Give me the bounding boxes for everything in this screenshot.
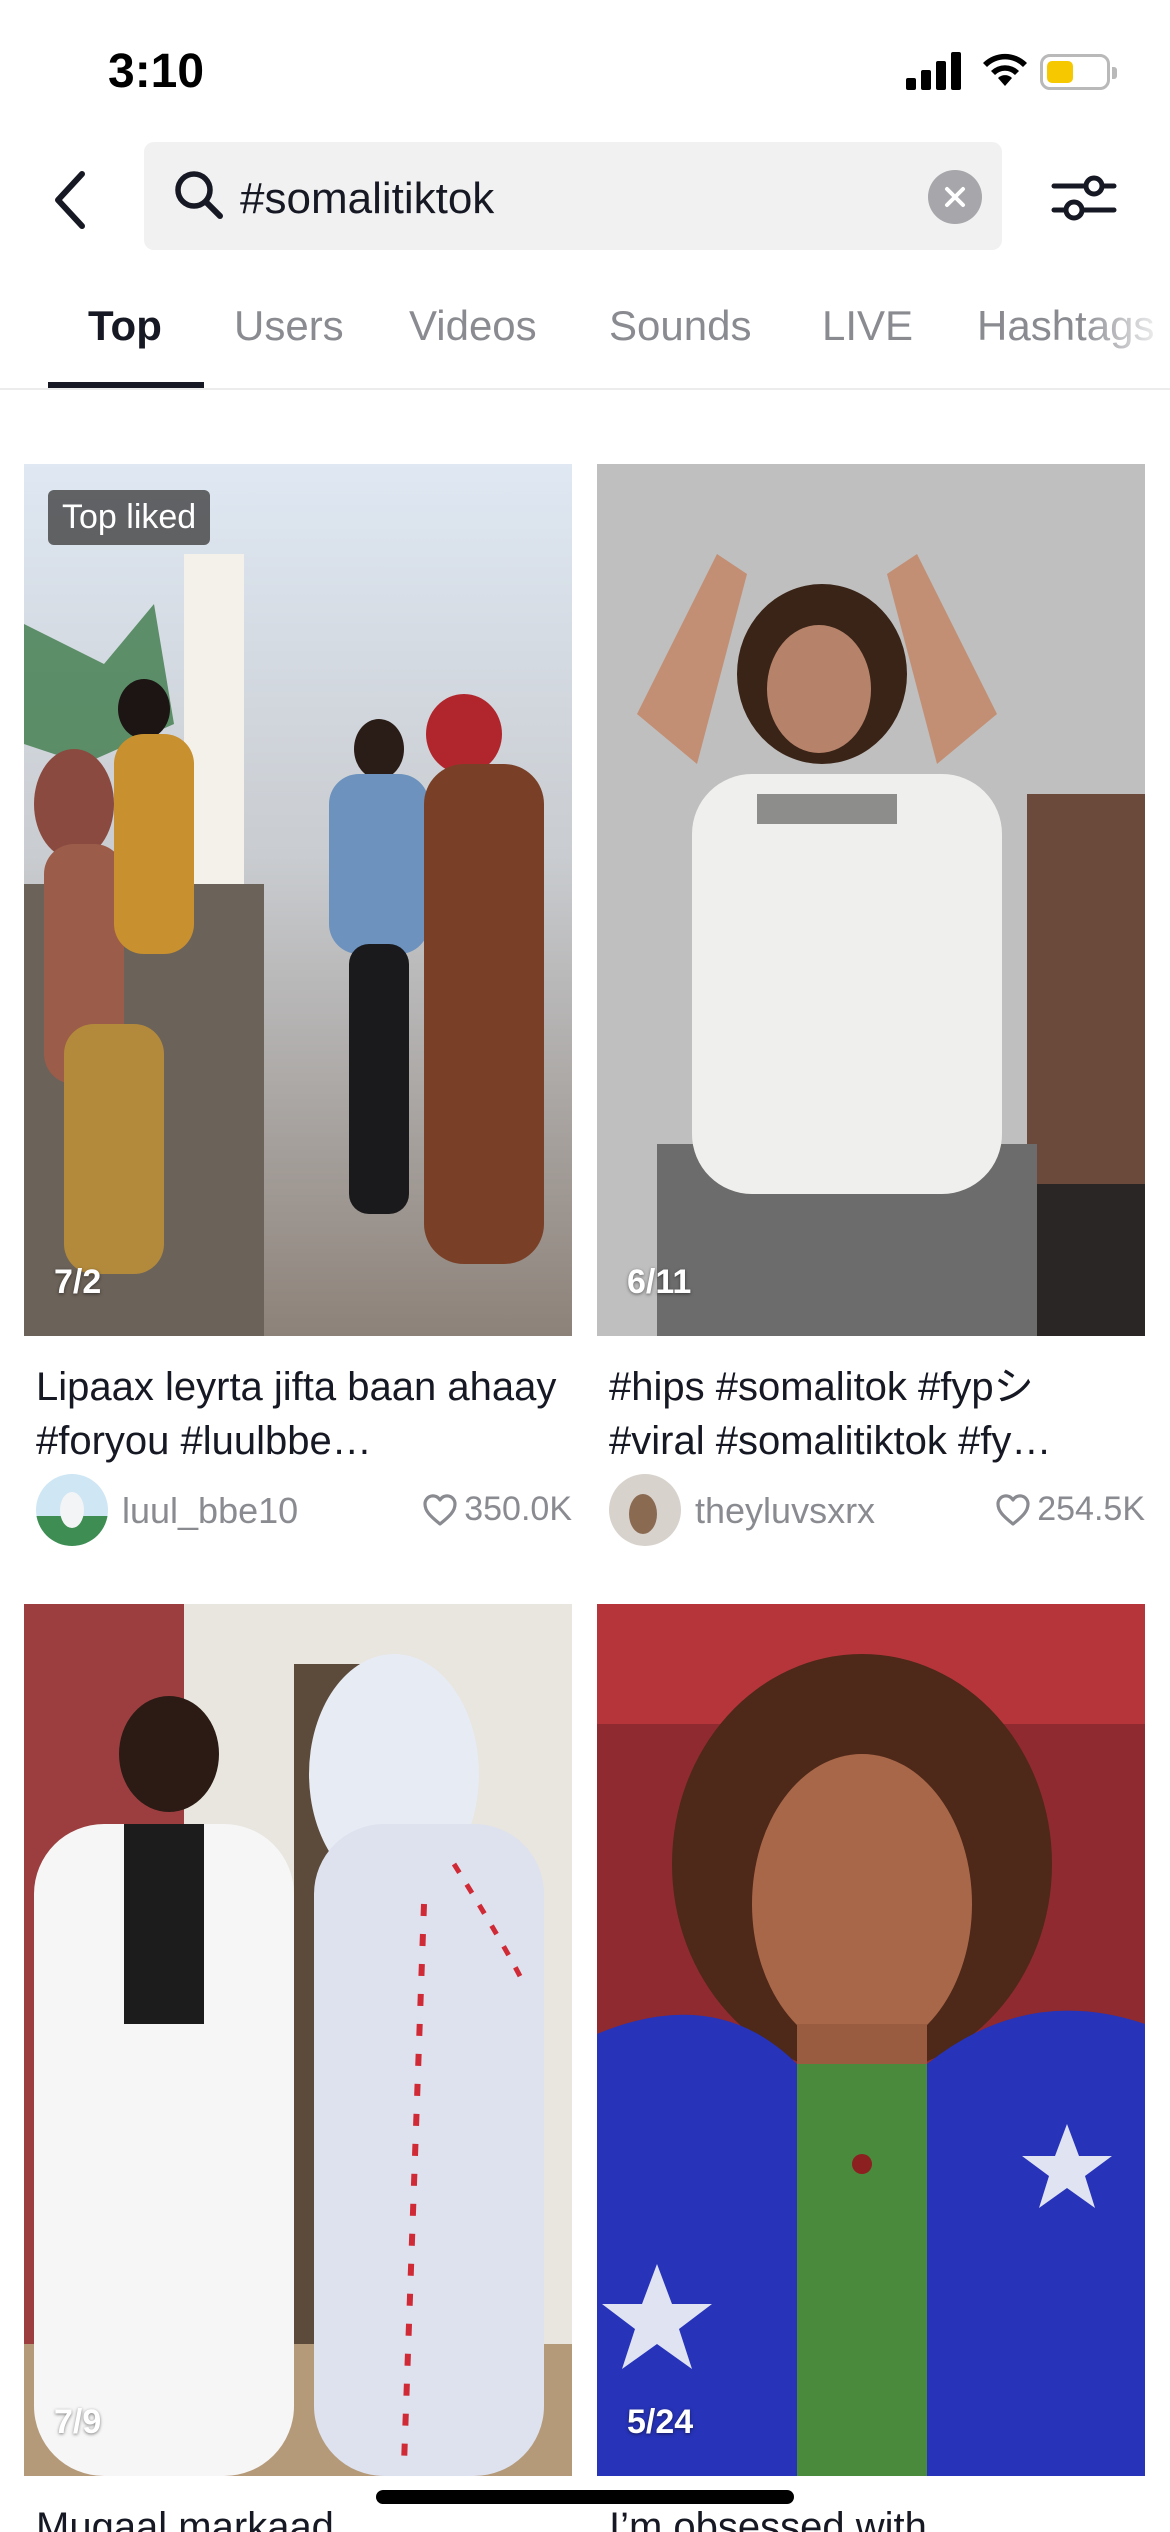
tab-live[interactable]: LIVE (822, 302, 913, 350)
status-time: 3:10 (108, 45, 205, 98)
video-thumbnail-image (24, 464, 572, 1336)
video-date: 7/2 (54, 1263, 102, 1301)
tab-top[interactable]: Top (88, 302, 162, 350)
top-liked-badge: Top liked (48, 490, 211, 545)
video-caption[interactable]: #hips #somalitok #fypシ #viral #somalitik… (609, 1360, 1139, 1468)
video-thumbnail-image (597, 464, 1145, 1336)
status-bar: 3:10 (0, 0, 1170, 140)
heart-icon (423, 1493, 457, 1526)
video-meta: theyluvsxrx 254.5K (609, 1474, 1145, 1546)
avatar[interactable] (609, 1474, 681, 1546)
battery-icon (1040, 54, 1117, 90)
username[interactable]: theyluvsxrx (695, 1490, 875, 1532)
video-thumbnail[interactable]: Top liked 7/2 (24, 464, 572, 1336)
video-result-card[interactable]: 6/11 #hips #somalitok #fypシ #viral #soma… (597, 464, 1145, 1564)
video-caption[interactable]: Lipaax leyrta jifta baan ahaay #foryou #… (36, 1360, 566, 1468)
heart-icon (996, 1493, 1030, 1526)
video-result-card[interactable]: Top liked 7/2 Lipaax leyrta jifta baan a… (24, 464, 572, 1564)
video-result-card[interactable]: 7/9 Mugaal markaad (24, 1604, 572, 2532)
chevron-left-icon (55, 171, 85, 229)
username[interactable]: luul_bbe10 (122, 1490, 298, 1532)
like-count-value: 350.0K (464, 1490, 572, 1528)
video-thumbnail-image (24, 1604, 572, 2476)
home-indicator (376, 2490, 794, 2504)
like-count: 350.0K (422, 1490, 572, 1529)
tab-sounds[interactable]: Sounds (609, 302, 751, 350)
avatar[interactable] (36, 1474, 108, 1546)
video-caption[interactable]: Mugaal markaad (36, 2500, 566, 2532)
clear-search-button[interactable] (928, 170, 982, 224)
search-header: #somalitiktok (0, 140, 1170, 258)
video-result-card[interactable]: 5/24 I’m obsessed with (597, 1604, 1145, 2532)
video-thumbnail[interactable]: 6/11 (597, 464, 1145, 1336)
tab-users[interactable]: Users (234, 302, 344, 350)
back-button[interactable] (40, 160, 100, 240)
cellular-signal-icon (906, 52, 961, 90)
video-date: 7/9 (54, 2403, 102, 2441)
video-date: 5/24 (627, 2403, 694, 2441)
search-tabs: Top Users Videos Sounds LIVE Hashtags (0, 282, 1170, 390)
video-thumbnail-image (597, 1604, 1145, 2476)
like-count-value: 254.5K (1037, 1490, 1145, 1528)
search-input[interactable]: #somalitiktok (144, 142, 1002, 250)
video-thumbnail[interactable]: 5/24 (597, 1604, 1145, 2476)
tab-videos[interactable]: Videos (409, 302, 537, 350)
video-meta: luul_bbe10 350.0K (36, 1474, 572, 1546)
like-count: 254.5K (995, 1490, 1145, 1529)
active-tab-indicator (48, 382, 204, 388)
close-icon (945, 187, 965, 207)
search-query-text: #somalitiktok (240, 174, 495, 223)
wifi-icon (983, 53, 1027, 86)
video-caption[interactable]: I’m obsessed with (609, 2500, 1139, 2532)
video-thumbnail[interactable]: 7/9 (24, 1604, 572, 2476)
filter-icon[interactable] (1048, 162, 1120, 234)
search-icon (175, 171, 223, 219)
video-date: 6/11 (627, 1263, 692, 1301)
